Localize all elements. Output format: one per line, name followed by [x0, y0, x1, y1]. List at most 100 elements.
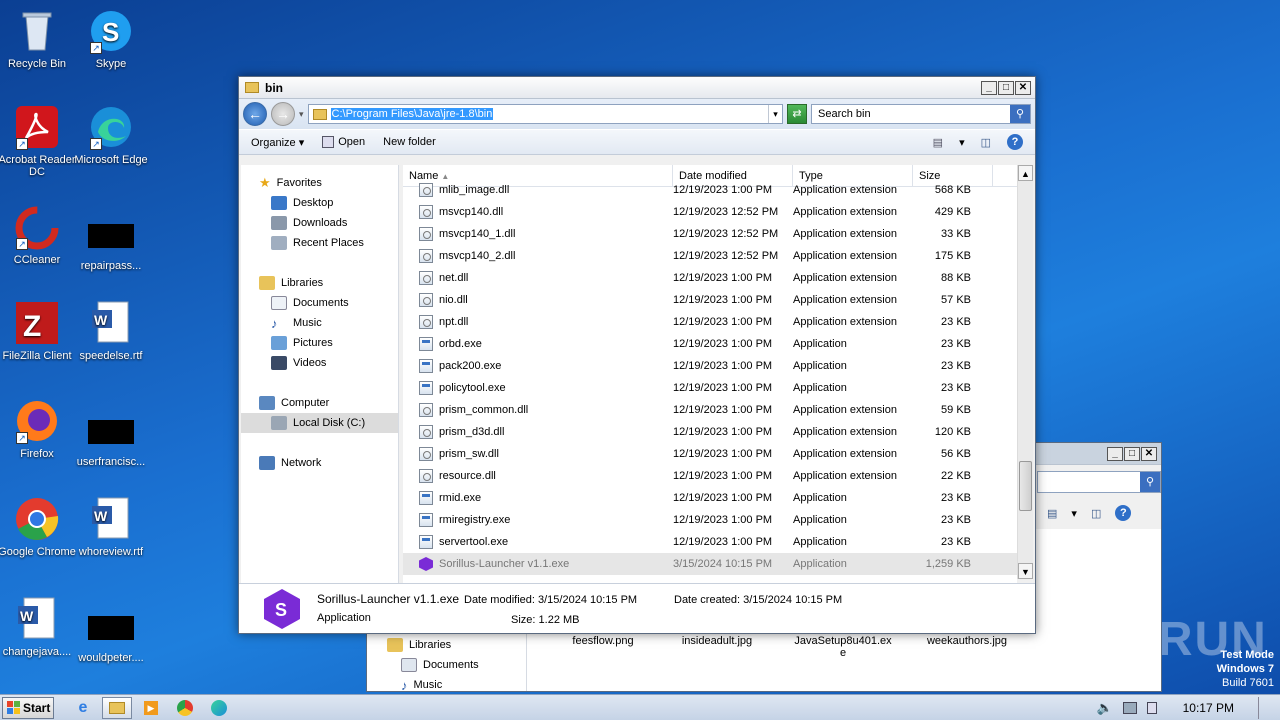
preview-pane-icon[interactable]: ◫: [1091, 507, 1101, 520]
clock[interactable]: 10:17 PM: [1183, 701, 1234, 715]
desktop-icon-repairpass[interactable]: repairpass...: [71, 210, 151, 272]
nav-desktop[interactable]: Desktop: [241, 193, 398, 213]
address-dropdown-icon[interactable]: ▾: [768, 105, 782, 123]
file-row[interactable]: net.dll 12/19/2023 1:00 PM Application ext…: [403, 267, 1017, 289]
recent-pages-chevron-icon[interactable]: ▾: [299, 109, 304, 120]
new-folder-button[interactable]: New folder: [383, 136, 436, 148]
file-row[interactable]: prism_common.dll 12/19/2023 1:00 PM Applic…: [403, 399, 1017, 421]
file-row[interactable]: pack200.exe 12/19/2023 1:00 PM Application…: [403, 355, 1017, 377]
desktop-icon-speedelse[interactable]: W speedelse.rtf: [71, 300, 151, 362]
forward-button[interactable]: →: [271, 102, 295, 126]
file-row[interactable]: msvcp140.dll 12/19/2023 12:52 PM Applicati…: [403, 201, 1017, 223]
nav-pictures[interactable]: Pictures: [241, 333, 398, 353]
file-row[interactable]: npt.dll 12/19/2023 1:00 PM Application ext…: [403, 311, 1017, 333]
organize-button[interactable]: Organize ▾: [251, 136, 304, 149]
address-path[interactable]: C:\Program Files\Java\jre-1.8\bin: [330, 108, 494, 120]
taskbar-ie[interactable]: e: [68, 697, 98, 719]
file-row[interactable]: prism_d3d.dll 12/19/2023 1:00 PM Applicati…: [403, 421, 1017, 443]
desktop-icon-filezilla[interactable]: Z FileZilla Client: [0, 300, 77, 362]
file-row[interactable]: rmid.exe 12/19/2023 1:00 PM Application 23 …: [403, 487, 1017, 509]
preview-pane-icon[interactable]: ◫: [981, 136, 991, 149]
background-search-input[interactable]: ⚲: [1037, 471, 1161, 493]
show-desktop-button[interactable]: [1258, 696, 1272, 719]
network-tray-icon[interactable]: [1122, 701, 1137, 714]
desktop-icon-acrobat[interactable]: ↗ Acrobat Reader DC: [0, 104, 77, 178]
bg-nav-libraries[interactable]: Libraries: [387, 635, 526, 655]
maximize-button[interactable]: □: [998, 80, 1014, 95]
help-icon[interactable]: ?: [1115, 505, 1132, 521]
close-button[interactable]: ✕: [1015, 80, 1031, 95]
desktop-icon-firefox[interactable]: ↗ Firefox: [0, 398, 77, 460]
taskbar-media-player[interactable]: ▶: [136, 697, 166, 719]
bg-file-item[interactable]: feesflow.png: [563, 635, 643, 647]
file-row[interactable]: policytool.exe 12/19/2023 1:00 PM Applicat…: [403, 377, 1017, 399]
nav-favorites[interactable]: ★ Favorites: [241, 173, 398, 193]
bg-nav-music[interactable]: ♪ Music: [387, 675, 526, 695]
taskbar-explorer[interactable]: [102, 696, 132, 719]
minimize-button[interactable]: _: [981, 80, 997, 95]
chevron-down-icon[interactable]: ▾: [959, 136, 965, 149]
taskbar-edge[interactable]: [204, 697, 234, 719]
desktop-icon-changejava[interactable]: W changejava....: [0, 596, 77, 658]
file-row[interactable]: mlib_image.dll 12/19/2023 1:00 PM Applicat…: [403, 179, 1017, 201]
start-button[interactable]: Start: [2, 696, 54, 719]
desktop-icon-chrome[interactable]: Google Chrome: [0, 496, 77, 558]
open-button[interactable]: Open: [322, 136, 365, 148]
search-input[interactable]: Search bin ⚲: [811, 104, 1031, 124]
change-view-icon[interactable]: ▤: [933, 136, 943, 149]
action-center-icon[interactable]: [1146, 701, 1157, 714]
file-row[interactable]: Sorillus-Launcher v1.1.exe 3/15/2024 10:1…: [403, 553, 1017, 575]
file-row[interactable]: msvcp140_1.dll 12/19/2023 12:52 PM Applica…: [403, 223, 1017, 245]
maximize-button[interactable]: □: [1124, 446, 1140, 461]
file-name: prism_d3d.dll: [439, 426, 505, 438]
nav-libraries[interactable]: Libraries: [241, 273, 398, 293]
file-row[interactable]: orbd.exe 12/19/2023 1:00 PM Application 23 …: [403, 333, 1017, 355]
bg-file-item[interactable]: JavaSetup8u401.exe: [793, 635, 893, 659]
taskbar-chrome[interactable]: [170, 697, 200, 719]
nav-music[interactable]: ♪ Music: [241, 313, 398, 333]
volume-icon[interactable]: 🔈: [1096, 700, 1112, 716]
address-bar[interactable]: C:\Program Files\Java\jre-1.8\bin ▾: [307, 104, 783, 124]
window-titlebar[interactable]: bin _ □ ✕: [239, 77, 1035, 99]
bg-file-item[interactable]: insideadult.jpg: [677, 635, 757, 647]
nav-local-disk[interactable]: Local Disk (C:): [241, 413, 398, 433]
nav-network[interactable]: Network: [241, 453, 398, 473]
nav-computer[interactable]: Computer: [241, 393, 398, 413]
file-row[interactable]: nio.dll 12/19/2023 1:00 PM Application ext…: [403, 289, 1017, 311]
file-row[interactable]: prism_sw.dll 12/19/2023 1:00 PM Applicatio…: [403, 443, 1017, 465]
help-icon[interactable]: ?: [1007, 134, 1023, 150]
desktop-icon-skype[interactable]: S ↗ Skype: [71, 8, 151, 70]
file-row[interactable]: servertool.exe 12/19/2023 1:00 PM Applicat…: [403, 531, 1017, 553]
vertical-scrollbar[interactable]: ▲ ▼: [1017, 165, 1033, 579]
search-icon[interactable]: ⚲: [1010, 105, 1030, 123]
nav-recent-places[interactable]: Recent Places: [241, 233, 398, 253]
desktop-icon-ccleaner[interactable]: ↗ CCleaner: [0, 204, 77, 266]
explorer-window[interactable]: bin _ □ ✕ ← → ▾ C:\Program Files\Java\jr…: [238, 76, 1036, 634]
file-date: 12/19/2023 12:52 PM: [673, 206, 779, 218]
desktop-icon-userfrancisc[interactable]: userfrancisc...: [71, 406, 151, 468]
scroll-down-button[interactable]: ▼: [1018, 563, 1033, 579]
nav-videos[interactable]: Videos: [241, 353, 398, 373]
file-type: Application extension: [793, 272, 897, 284]
minimize-button[interactable]: _: [1107, 446, 1123, 461]
word-doc-icon: W: [88, 496, 134, 542]
scroll-up-button[interactable]: ▲: [1018, 165, 1033, 181]
nav-documents[interactable]: Documents: [241, 293, 398, 313]
bg-file-item[interactable]: weekauthors.jpg: [917, 635, 1017, 647]
desktop-icon-whoreview[interactable]: W whoreview.rtf: [71, 496, 151, 558]
search-icon[interactable]: ⚲: [1140, 472, 1160, 492]
desktop-icon-edge[interactable]: ↗ Microsoft Edge: [71, 104, 151, 166]
back-button[interactable]: ←: [243, 102, 267, 126]
view-icon[interactable]: ▤: [1047, 507, 1057, 520]
nav-downloads[interactable]: Downloads: [241, 213, 398, 233]
desktop-icon-wouldpeter[interactable]: wouldpeter....: [71, 602, 151, 664]
chevron-down-icon[interactable]: ▾: [1071, 507, 1077, 520]
scroll-thumb[interactable]: [1019, 461, 1032, 511]
bg-nav-documents[interactable]: Documents: [387, 655, 526, 675]
file-row[interactable]: msvcp140_2.dll 12/19/2023 12:52 PM Applica…: [403, 245, 1017, 267]
refresh-button[interactable]: ⇄: [787, 104, 807, 124]
close-button[interactable]: ✕: [1141, 446, 1157, 461]
desktop-icon-recycle-bin[interactable]: Recycle Bin: [0, 8, 77, 70]
file-row[interactable]: rmiregistry.exe 12/19/2023 1:00 PM Applica…: [403, 509, 1017, 531]
file-row[interactable]: resource.dll 12/19/2023 1:00 PM Applicatio…: [403, 465, 1017, 487]
